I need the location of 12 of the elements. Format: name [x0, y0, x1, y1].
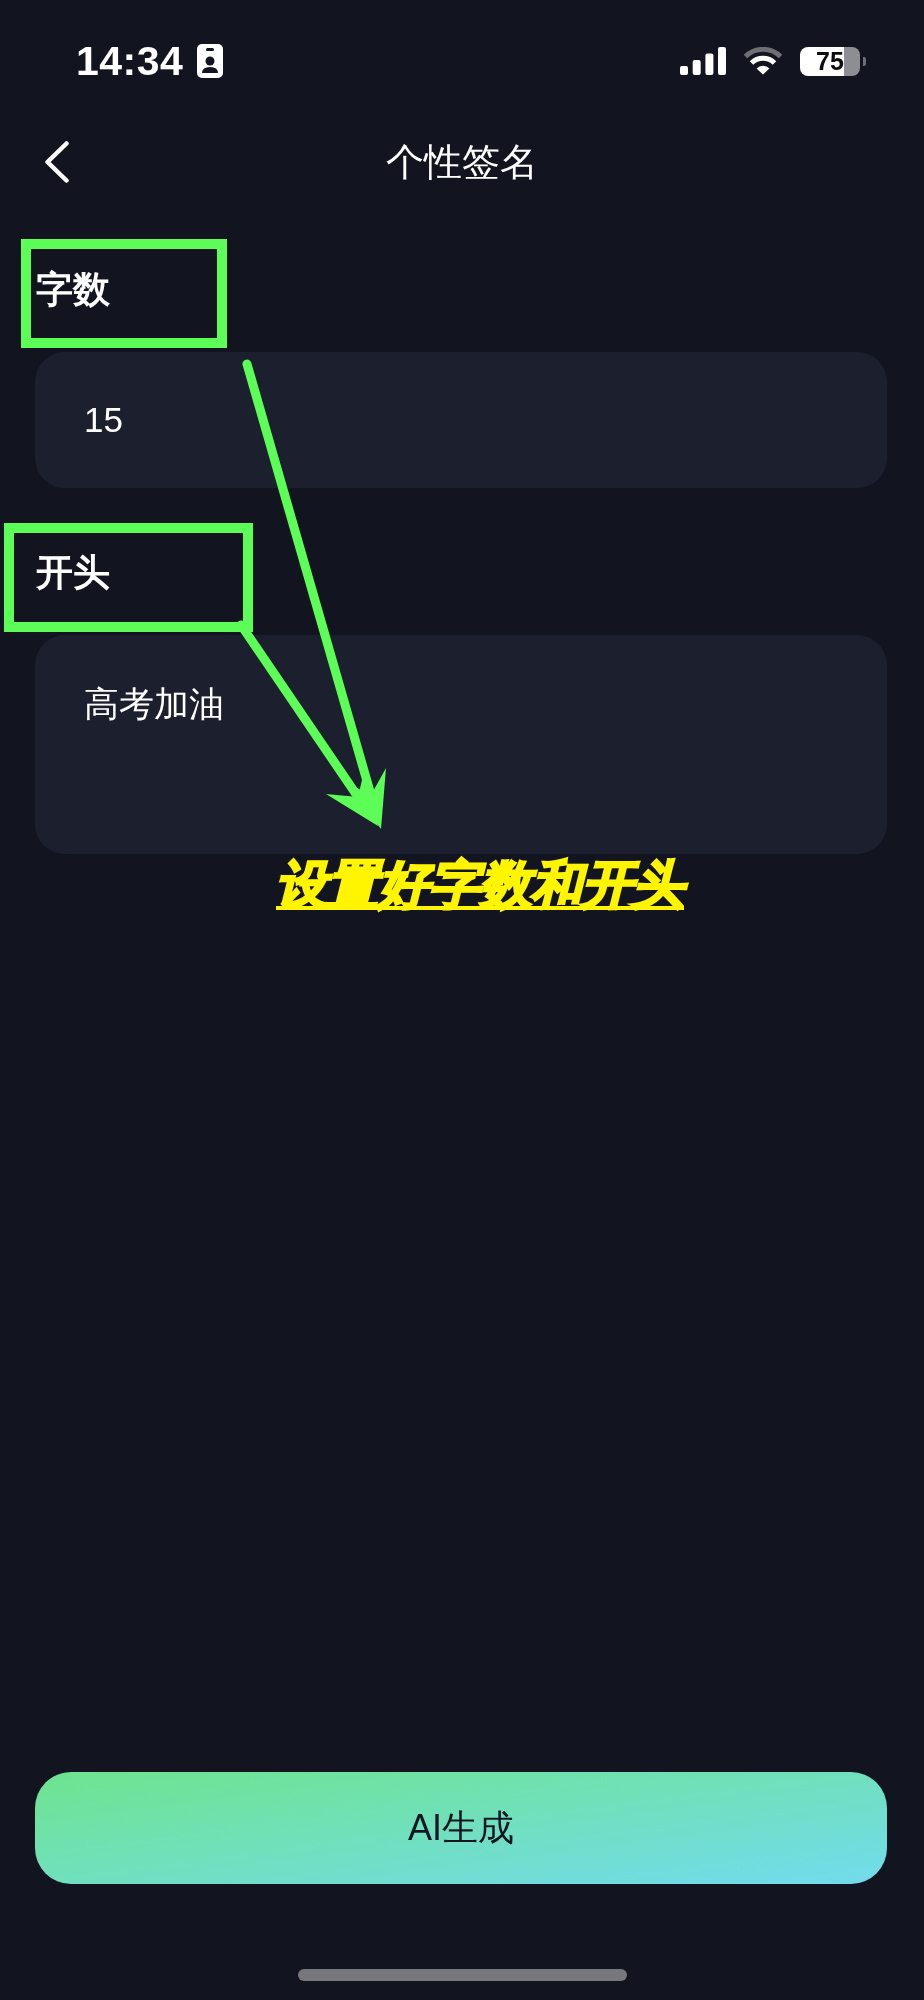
field-label: 开头: [36, 551, 110, 595]
page-title: 个性签名: [386, 140, 538, 185]
input-field[interactable]: 15: [35, 352, 887, 488]
clock-time: 14:34: [76, 39, 184, 83]
person-card-icon: [197, 44, 224, 78]
field-label: 字数: [36, 268, 110, 312]
battery-indicator: 75: [800, 46, 866, 76]
generate-button[interactable]: AI生成: [35, 1772, 887, 1884]
chevron-left-icon[interactable]: [44, 141, 70, 183]
wifi-icon: [743, 47, 783, 75]
signal-bars-icon: [680, 47, 726, 75]
text-area-field[interactable]: 高考加油: [35, 635, 887, 854]
